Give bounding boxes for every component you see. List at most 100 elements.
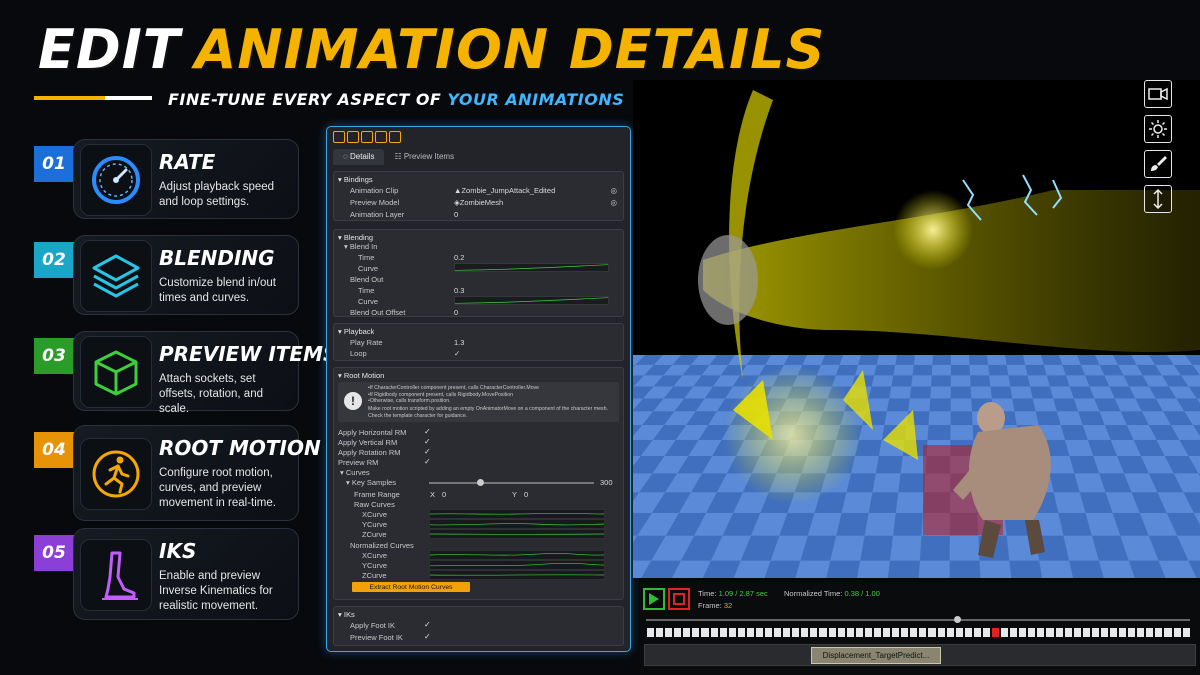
field-label: Play Rate	[350, 338, 383, 347]
sun-icon[interactable]	[1144, 115, 1172, 143]
tab-preview-items-label: Preview Items	[403, 152, 455, 161]
section-header[interactable]: ▾ Blending	[338, 233, 373, 242]
feature-description: Adjust playback speed and loop settings.	[159, 181, 275, 208]
camera-icon[interactable]	[1144, 80, 1172, 108]
panel-view-icon[interactable]	[375, 131, 387, 143]
title-underline	[34, 96, 152, 100]
help-line: •If Rigidbody component present, calls R…	[368, 391, 514, 398]
field-label: Frame Range	[354, 490, 400, 499]
panel-view-icon[interactable]	[361, 131, 373, 143]
field-label: Apply Vertical RM	[338, 438, 398, 447]
scene-viewport[interactable]	[633, 80, 1200, 578]
play-rate-field[interactable]: 1.3	[454, 338, 464, 347]
field-label: Animation Clip	[350, 186, 399, 195]
feature-title: ROOT MOTION	[159, 436, 321, 460]
blend-in-time-field[interactable]: 0.2	[454, 253, 464, 262]
feature-description: Customize blend in/out times and curves.	[159, 277, 276, 304]
field-label: Curve	[358, 297, 379, 306]
field-label: Preview Model	[350, 198, 400, 207]
vertical-arrows-icon[interactable]	[1144, 185, 1172, 213]
key-samples-value[interactable]: 300	[600, 478, 613, 487]
feature-title: BLENDING	[159, 246, 275, 270]
inspector-tabs: ◌ Details ☷ Preview Items	[333, 149, 624, 165]
animation-layer-field[interactable]: 0	[454, 210, 458, 219]
foldout-normalized-curves[interactable]: Normalized Curves	[350, 541, 414, 550]
field-label: Apply Horizontal RM	[338, 428, 407, 437]
preview-model-field[interactable]: ◈ZombieMesh	[454, 198, 503, 207]
frame-value: 32	[723, 601, 733, 610]
feature-card-iks: IKS Enable and preview Inverse Kinematic…	[73, 528, 299, 620]
field-label: XCurve	[362, 510, 388, 519]
title-edit: EDIT	[38, 18, 181, 81]
frame-ticks[interactable]	[647, 628, 1190, 637]
frame-range-x-label: X	[430, 490, 436, 499]
foldout-key-samples[interactable]: ▾ Key Samples	[346, 478, 396, 487]
section-iks: ▾ IKs Apply Foot IK ✓ Preview Foot IK ✓	[333, 606, 624, 646]
slider-knob[interactable]	[477, 479, 484, 486]
frame-range-x-field[interactable]: 0	[442, 490, 446, 499]
field-label: Animation Layer	[350, 210, 405, 219]
panel-view-icon[interactable]	[389, 131, 401, 143]
apply-vertical-rm-checkbox[interactable]: ✓	[424, 437, 431, 446]
preview-rm-checkbox[interactable]: ✓	[424, 457, 431, 466]
foldout-blend-in[interactable]: ▾ Blend In	[344, 242, 377, 251]
foldout-blend-out[interactable]: Blend Out	[350, 275, 383, 284]
loop-checkbox[interactable]: ✓	[454, 349, 460, 358]
timeline-scrubber[interactable]	[646, 616, 1190, 623]
blend-out-curve-field[interactable]	[454, 296, 609, 305]
help-guidance: Make root motion scripted by adding an e…	[368, 406, 608, 419]
normalized-ycurve-field[interactable]	[429, 560, 605, 570]
panel-view-icon[interactable]	[333, 131, 345, 143]
track-clip[interactable]: Displacement_TargetPredict...	[811, 647, 941, 664]
vfx-scene	[698, 90, 1200, 558]
stop-button[interactable]	[668, 588, 690, 610]
blend-out-offset-field[interactable]: 0	[454, 308, 458, 317]
curves-label: Curves	[345, 468, 370, 477]
blend-out-time-field[interactable]: 0.3	[454, 286, 464, 295]
feature-title: PREVIEW ITEMS	[159, 342, 338, 366]
foldout-raw-curves[interactable]: Raw Curves	[354, 500, 395, 509]
feature-number-badge: 04	[34, 432, 74, 468]
panel-view-icon[interactable]	[347, 131, 359, 143]
field-label: Time	[358, 253, 375, 262]
section-header[interactable]: ▾ Bindings	[338, 175, 373, 184]
frame-label: Frame:	[698, 601, 722, 610]
feature-title: IKS	[159, 539, 197, 563]
preview-foot-ik-checkbox[interactable]: ✓	[424, 632, 431, 641]
normalized-xcurve-field[interactable]	[429, 550, 605, 560]
section-header[interactable]: ▾ IKs	[338, 610, 355, 619]
field-label: ZCurve	[362, 571, 387, 580]
blend-in-curve-field[interactable]	[454, 263, 609, 272]
raw-xcurve-field[interactable]	[429, 509, 605, 519]
foldout-curves[interactable]: ▾ Curves	[340, 468, 370, 477]
feature-number-badge: 05	[34, 535, 74, 571]
apply-horizontal-rm-checkbox[interactable]: ✓	[424, 427, 431, 436]
tab-preview-items[interactable]: ☷ Preview Items	[384, 149, 464, 165]
animation-clip-field[interactable]: ▲Zombie_JumpAttack_Edited	[454, 186, 555, 195]
play-button[interactable]	[643, 588, 665, 610]
subtitle-part1: FINE-TUNE EVERY ASPECT OF	[168, 90, 442, 109]
animation-inspector-panel: ◌ Details ☷ Preview Items ▾ Bindings Ani…	[326, 126, 631, 652]
frame-range-y-field[interactable]: 0	[524, 490, 528, 499]
scrubber-handle[interactable]	[954, 616, 961, 623]
object-picker-icon[interactable]: ◎	[610, 186, 617, 195]
animation-clip-value: Zombie_JumpAttack_Edited	[461, 186, 556, 195]
page-title: EDIT ANIMATION DETAILS	[38, 18, 825, 82]
field-label: Curve	[358, 264, 379, 273]
extract-root-motion-curves-button[interactable]: Extract Root Motion Curves	[352, 582, 470, 592]
field-label: ZCurve	[362, 530, 387, 539]
section-header[interactable]: ▾ Playback	[338, 327, 374, 336]
raw-ycurve-field[interactable]	[429, 519, 605, 529]
apply-foot-ik-checkbox[interactable]: ✓	[424, 620, 431, 629]
normalized-zcurve-field[interactable]	[429, 570, 605, 580]
section-header[interactable]: ▾ Root Motion	[338, 371, 384, 380]
normalized-time-value: 0.38 / 1.00	[844, 589, 880, 598]
tab-details[interactable]: ◌ Details	[333, 149, 385, 165]
event-track: Displacement_TargetPredict...	[644, 644, 1196, 666]
object-picker-icon[interactable]: ◎	[610, 198, 617, 207]
field-label: YCurve	[362, 561, 388, 570]
raw-zcurve-field[interactable]	[429, 529, 605, 539]
key-samples-slider[interactable]	[429, 479, 594, 486]
brush-icon[interactable]	[1144, 150, 1172, 178]
apply-rotation-rm-checkbox[interactable]: ✓	[424, 447, 431, 456]
